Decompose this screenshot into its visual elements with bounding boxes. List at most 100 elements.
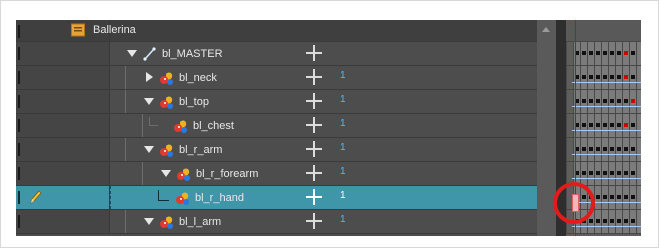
keyframe-marker[interactable] <box>589 51 593 55</box>
keyframe-marker[interactable] <box>624 195 628 199</box>
keyframe-marker[interactable] <box>582 171 586 175</box>
keyframe-marker[interactable] <box>603 75 607 79</box>
keyframe-marker[interactable] <box>603 219 607 223</box>
keyframe-marker[interactable] <box>617 219 621 223</box>
layer-row[interactable]: bl_top 1 <box>16 90 537 114</box>
keyframe-marker[interactable] <box>610 195 614 199</box>
timeline-row[interactable] <box>566 66 641 90</box>
keyframe-marker[interactable] <box>617 147 621 151</box>
layer-row[interactable]: bl_chest 1 <box>16 114 537 138</box>
layer-row[interactable]: bl_MASTER <box>16 42 537 66</box>
keyframe-marker[interactable] <box>624 171 628 175</box>
add-layer-plus-icon[interactable] <box>306 141 322 157</box>
expand-triangle-icon[interactable] <box>127 50 137 57</box>
keyframe-marker[interactable] <box>617 123 621 127</box>
keyframe-marker[interactable] <box>596 75 600 79</box>
keyframe-marker[interactable] <box>624 99 628 103</box>
keyframe-marker[interactable] <box>631 75 635 79</box>
add-layer-plus-icon[interactable] <box>306 213 322 229</box>
layer-left-column[interactable] <box>16 114 110 137</box>
keyframe-marker[interactable] <box>631 195 635 199</box>
timeline-row[interactable] <box>566 42 641 66</box>
keyframe-marker[interactable] <box>617 171 621 175</box>
add-layer-plus-icon[interactable] <box>306 45 322 61</box>
add-layer-plus-icon[interactable] <box>306 165 322 181</box>
keyframe-marker[interactable] <box>603 195 607 199</box>
keyframe-marker[interactable] <box>610 123 614 127</box>
layer-name[interactable]: bl_r_hand <box>195 191 244 205</box>
keyframe-marker[interactable] <box>624 75 628 79</box>
keyframe-marker[interactable] <box>610 51 614 55</box>
layer-row[interactable]: bl_r_hand 1 <box>16 186 537 210</box>
keyframe-marker[interactable] <box>589 123 593 127</box>
keyframe-marker[interactable] <box>617 195 621 199</box>
layer-left-column[interactable] <box>16 90 110 113</box>
frame-cell[interactable] <box>566 90 573 113</box>
keyframe-marker[interactable] <box>610 75 614 79</box>
scroll-up-arrow-icon[interactable] <box>542 27 550 32</box>
expand-triangle-icon[interactable] <box>144 98 154 105</box>
keyframe-marker[interactable] <box>603 171 607 175</box>
frame-cell[interactable] <box>566 138 573 161</box>
layer-name[interactable]: bl_l_arm <box>179 215 221 229</box>
layer-name[interactable]: bl_chest <box>193 119 234 133</box>
keyframe-marker[interactable] <box>603 147 607 151</box>
add-layer-plus-icon[interactable] <box>306 93 322 109</box>
layer-row-header[interactable]: Ballerina <box>16 20 537 42</box>
expand-triangle-icon[interactable] <box>144 146 154 153</box>
keyframe-marker[interactable] <box>617 75 621 79</box>
keyframe-marker[interactable] <box>610 99 614 103</box>
keyframe-marker[interactable] <box>596 99 600 103</box>
add-layer-plus-icon[interactable] <box>306 69 322 85</box>
keyframe-marker[interactable] <box>603 123 607 127</box>
keyframe-marker[interactable] <box>603 99 607 103</box>
keyframe-marker[interactable] <box>596 219 600 223</box>
layer-row[interactable]: bl_r_arm 1 <box>16 138 537 162</box>
keyframe-marker[interactable] <box>603 51 607 55</box>
layer-left-column[interactable] <box>16 138 110 161</box>
keyframe-marker[interactable] <box>589 99 593 103</box>
layer-row[interactable]: bl_neck 1 <box>16 66 537 90</box>
keyframe-marker[interactable] <box>624 147 628 151</box>
keyframe-marker[interactable] <box>596 195 600 199</box>
frame-cell[interactable] <box>566 42 573 65</box>
keyframe-marker[interactable] <box>589 147 593 151</box>
keyframe-marker[interactable] <box>589 171 593 175</box>
keyframe-marker[interactable] <box>589 219 593 223</box>
timeline-row[interactable] <box>566 90 641 114</box>
keyframe-marker[interactable] <box>589 75 593 79</box>
frame-cell[interactable] <box>566 114 573 137</box>
keyframe-marker[interactable] <box>610 171 614 175</box>
keyframe-marker[interactable] <box>631 171 635 175</box>
keyframe-marker[interactable] <box>582 75 586 79</box>
add-layer-plus-icon[interactable] <box>306 117 322 133</box>
expand-triangle-icon[interactable] <box>144 218 154 225</box>
keyframe-marker[interactable] <box>617 99 621 103</box>
layer-name[interactable]: bl_r_arm <box>179 143 222 157</box>
keyframe-marker[interactable] <box>596 51 600 55</box>
timeline-row[interactable] <box>566 114 641 138</box>
keyframe-marker[interactable] <box>582 99 586 103</box>
keyframe-marker[interactable] <box>624 219 628 223</box>
layer-name[interactable]: bl_MASTER <box>162 47 223 61</box>
keyframe-marker[interactable] <box>624 123 628 127</box>
keyframe-marker[interactable] <box>582 51 586 55</box>
layer-name[interactable]: bl_top <box>179 95 209 109</box>
keyframe-marker[interactable] <box>631 51 635 55</box>
layer-left-column[interactable] <box>16 210 110 233</box>
layer-left-column[interactable] <box>16 42 110 65</box>
frame-cell[interactable] <box>566 66 573 89</box>
layer-row[interactable]: bl_r_forearm 1 <box>16 162 537 186</box>
keyframe-marker[interactable] <box>610 219 614 223</box>
layer-left-column[interactable] <box>16 162 110 185</box>
timeline-row[interactable] <box>566 138 641 162</box>
keyframe-marker[interactable] <box>617 51 621 55</box>
collapse-triangle-icon[interactable] <box>146 72 153 82</box>
keyframe-marker[interactable] <box>596 123 600 127</box>
keyframe-marker[interactable] <box>596 147 600 151</box>
layer-left-column[interactable] <box>16 66 110 89</box>
keyframe-marker[interactable] <box>582 123 586 127</box>
keyframe-marker[interactable] <box>624 51 628 55</box>
add-layer-plus-icon[interactable] <box>306 189 322 205</box>
layer-name[interactable]: bl_neck <box>179 71 217 85</box>
